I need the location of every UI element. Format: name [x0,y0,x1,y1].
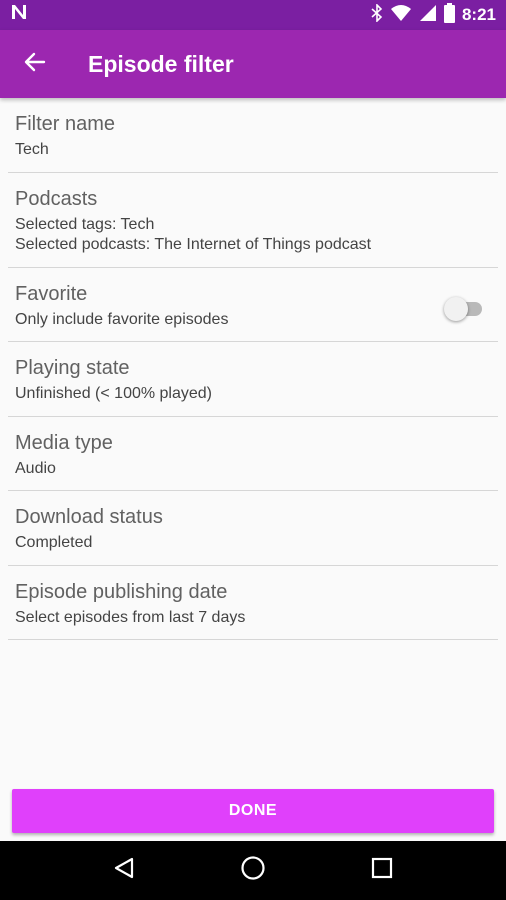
publishing-date-item[interactable]: Episode publishing date Select episodes … [8,566,498,640]
status-time: 8:21 [461,5,496,24]
podcasts-item[interactable]: Podcasts Selected tags: Tech Selected po… [8,173,498,268]
item-subtitle: Unfinished (< 100% played) [15,385,213,402]
favorite-toggle[interactable] [444,296,484,321]
item-subtitle: Audio [15,460,56,477]
item-subtitle: Only include favorite episodes [15,311,229,328]
square-recents-icon [371,857,393,884]
bluetooth-icon [371,2,383,27]
item-title: Filter name [15,113,116,135]
toggle-thumb [444,297,468,321]
page-title: Episode filter [88,50,234,77]
wifi-icon [390,4,412,27]
nav-home-button[interactable] [233,851,273,891]
item-subtitle: Select episodes from last 7 days [15,609,246,626]
playing-state-item[interactable]: Playing state Unfinished (< 100% played) [8,342,498,417]
notification-n-icon [10,3,34,27]
navigation-bar [0,841,506,900]
item-subtitle: Completed [15,534,93,551]
signal-icon [419,4,437,27]
back-button[interactable] [0,30,70,98]
nav-recents-button[interactable] [362,851,402,891]
app-bar: Episode filter [0,30,506,98]
filter-name-item[interactable]: Filter name Tech [8,98,498,173]
item-title: Favorite [15,283,88,305]
battery-icon [443,2,455,28]
circle-home-icon [240,855,266,886]
item-subtitle-2: Selected podcasts: The Internet of Thing… [15,236,372,253]
filter-settings-list: Filter name Tech Podcasts Selected tags:… [0,98,506,640]
triangle-back-icon [112,856,136,885]
status-bar: 8:21 [0,0,506,30]
item-title: Playing state [15,357,130,379]
item-title: Podcasts [15,188,98,210]
nav-back-button[interactable] [104,851,144,891]
download-status-item[interactable]: Download status Completed [8,491,498,566]
item-subtitle: Tech [15,141,49,158]
item-title: Download status [15,506,163,528]
media-type-item[interactable]: Media type Audio [8,417,498,491]
item-subtitle: Selected tags: Tech [15,216,155,233]
arrow-left-icon [24,51,46,78]
favorite-item[interactable]: Favorite Only include favorite episodes [8,268,498,342]
item-title: Episode publishing date [15,581,228,603]
item-title: Media type [15,432,113,454]
done-button[interactable]: DONE [12,789,494,833]
